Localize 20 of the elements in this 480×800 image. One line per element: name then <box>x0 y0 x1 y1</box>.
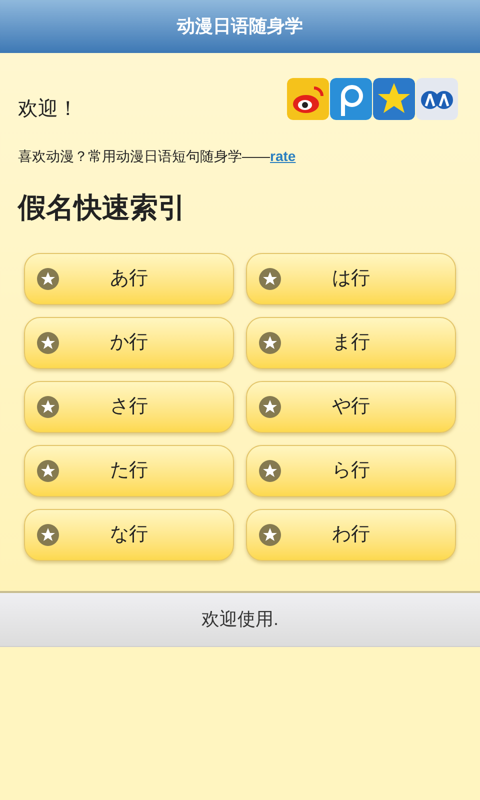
section-heading: 假名快速索引 <box>18 191 187 225</box>
eye-logo-icon[interactable] <box>287 78 329 120</box>
rate-link[interactable]: rate <box>270 148 296 164</box>
kana-button[interactable]: や行 <box>246 381 456 433</box>
footer-text: 欢迎使用. <box>201 608 278 631</box>
kana-button[interactable]: た行 <box>24 445 234 497</box>
people-logo-icon[interactable] <box>416 78 458 120</box>
kana-button[interactable]: さ行 <box>24 381 234 433</box>
star-logo-icon[interactable] <box>373 78 415 120</box>
welcome-text: 欢迎！ <box>18 97 78 122</box>
kana-button[interactable]: な行 <box>24 509 234 561</box>
p-logo-icon[interactable] <box>330 78 372 120</box>
kana-button[interactable]: ま行 <box>246 317 456 369</box>
kana-button[interactable]: ら行 <box>246 445 456 497</box>
kana-button[interactable]: は行 <box>246 253 456 305</box>
kana-button[interactable]: あ行 <box>24 253 234 305</box>
kana-button[interactable]: か行 <box>24 317 234 369</box>
intro-text: 喜欢动漫？常用动漫日语短句随身学——rate <box>18 147 297 166</box>
kana-button[interactable]: わ行 <box>246 509 456 561</box>
app-title: 动漫日语随身学 <box>177 15 303 38</box>
